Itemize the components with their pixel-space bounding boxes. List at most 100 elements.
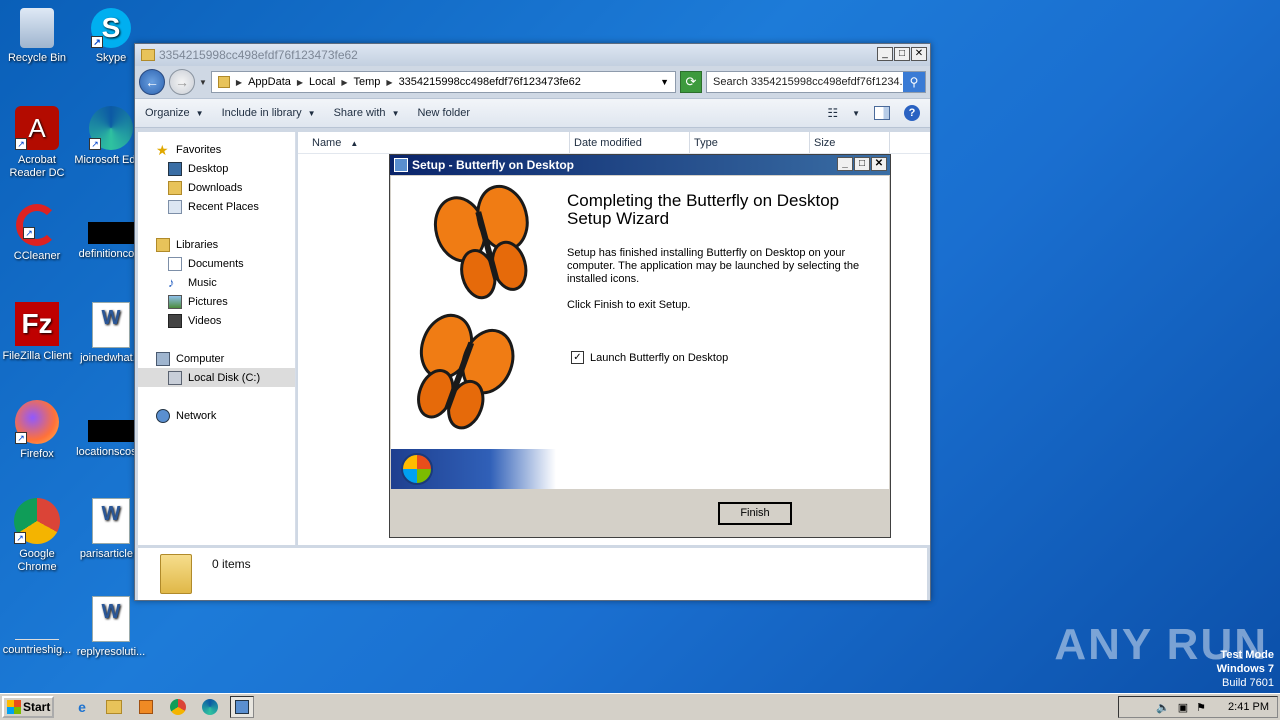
test-mode-line: Test Mode bbox=[1220, 649, 1274, 661]
minimize-button[interactable]: _ bbox=[877, 47, 893, 61]
setup-taskbar-button[interactable] bbox=[230, 696, 254, 718]
chevron-down-icon[interactable]: ▼ bbox=[199, 78, 207, 87]
include-in-library-button[interactable]: Include in library ▼ bbox=[222, 107, 316, 119]
start-button[interactable]: Start bbox=[2, 696, 54, 718]
desktop-icon-firefox[interactable]: ↗ Firefox bbox=[0, 400, 74, 461]
nav-label: Favorites bbox=[176, 143, 222, 156]
desktop-icon-label: countrieshig... bbox=[2, 644, 72, 656]
skype-icon: S ↗ bbox=[91, 8, 131, 48]
column-date-modified[interactable]: Date modified bbox=[570, 132, 690, 153]
nav-label: Pictures bbox=[188, 295, 228, 308]
clock[interactable]: 2:41 PM bbox=[1228, 701, 1269, 713]
media-player-icon[interactable] bbox=[134, 696, 158, 718]
sort-ascending-icon: ▲ bbox=[350, 139, 359, 148]
new-folder-button[interactable]: New folder bbox=[417, 107, 470, 119]
back-button[interactable]: ← bbox=[139, 69, 165, 95]
breadcrumb-local[interactable]: Local bbox=[309, 76, 335, 88]
network-icon[interactable]: ▣ bbox=[1178, 701, 1188, 714]
nav-downloads[interactable]: Downloads bbox=[138, 178, 295, 197]
column-type[interactable]: Type bbox=[690, 132, 810, 153]
speaker-icon[interactable]: 🔈 bbox=[1156, 701, 1170, 714]
chrome-icon[interactable] bbox=[166, 696, 190, 718]
preview-pane-icon[interactable] bbox=[874, 106, 890, 120]
maximize-button[interactable]: □ bbox=[854, 157, 870, 171]
desktop-icon-recycle-bin[interactable]: Recycle Bin bbox=[0, 8, 74, 65]
maximize-button[interactable]: □ bbox=[894, 47, 910, 61]
nav-label: Recent Places bbox=[188, 200, 259, 213]
desktop-icon-ccleaner[interactable]: ↗ CCleaner bbox=[0, 204, 74, 263]
star-icon: ★ bbox=[156, 141, 169, 158]
nav-network[interactable]: Network bbox=[138, 406, 295, 425]
libraries-icon bbox=[156, 237, 170, 252]
desktop-icon-filezilla[interactable]: Fz FileZilla Client bbox=[0, 302, 74, 363]
close-button[interactable]: ✕ bbox=[871, 157, 887, 171]
explorer-titlebar[interactable]: 3354215998cc498efdf76f123473fe62 _ □ ✕ bbox=[135, 44, 930, 66]
test-mode-line: Windows 7 bbox=[1216, 663, 1274, 675]
desktop-icon-chrome[interactable]: ↗ Google Chrome bbox=[0, 498, 74, 574]
search-icon[interactable]: ⚲ bbox=[903, 72, 925, 92]
view-options-icon[interactable]: ☷ bbox=[827, 106, 838, 120]
nav-label: Computer bbox=[176, 352, 225, 365]
desktop-icon-acrobat[interactable]: A ↗ Acrobat Reader DC bbox=[0, 106, 74, 180]
chevron-down-icon[interactable]: ▼ bbox=[852, 109, 860, 118]
desktop-icon-countrieshig[interactable]: countrieshig... bbox=[0, 596, 74, 657]
refresh-button[interactable]: ⟳ bbox=[680, 71, 702, 93]
action-center-flag-icon[interactable]: ⚑ bbox=[1196, 701, 1206, 714]
wizard-body: Setup has finished installing Butterfly … bbox=[567, 247, 860, 285]
desktop-icon-replyresoluti[interactable]: W replyresoluti... bbox=[74, 596, 148, 659]
column-name[interactable]: Name ▲ bbox=[298, 132, 570, 153]
chevron-down-icon: ▼ bbox=[195, 109, 204, 118]
internet-explorer-icon[interactable]: e bbox=[70, 696, 94, 718]
breadcrumb-appdata[interactable]: AppData bbox=[248, 76, 291, 88]
nav-music[interactable]: ♪ Music bbox=[138, 273, 295, 292]
nav-libraries[interactable]: Libraries bbox=[138, 235, 295, 254]
word-document-icon: W bbox=[92, 498, 130, 544]
setup-titlebar[interactable]: Setup - Butterfly on Desktop _ □ ✕ bbox=[390, 155, 890, 175]
breadcrumb-temp[interactable]: Temp bbox=[354, 76, 381, 88]
network-icon bbox=[156, 408, 170, 423]
search-input[interactable]: Search 3354215998cc498efdf76f1234... ⚲ bbox=[706, 71, 926, 93]
nav-label: Desktop bbox=[188, 162, 229, 175]
computer-icon bbox=[156, 351, 170, 366]
launch-checkbox[interactable]: ✓ bbox=[571, 351, 584, 364]
filezilla-icon: Fz bbox=[15, 302, 59, 346]
edge-icon[interactable] bbox=[198, 696, 222, 718]
documents-icon bbox=[168, 256, 182, 271]
file-explorer-icon[interactable] bbox=[102, 696, 126, 718]
item-count: 0 items bbox=[212, 557, 251, 571]
nav-label: Libraries bbox=[176, 238, 219, 251]
desktop-icon-label: FileZilla Client bbox=[2, 350, 72, 362]
address-bar[interactable]: ▶ AppData ▶ Local ▶ Temp ▶ 3354215998cc4… bbox=[210, 71, 676, 93]
minimize-button[interactable]: _ bbox=[837, 157, 853, 171]
butterfly-icon bbox=[417, 313, 515, 430]
nav-recent-places[interactable]: Recent Places bbox=[138, 197, 295, 216]
finish-button[interactable]: Finish bbox=[718, 502, 792, 525]
column-size[interactable]: Size bbox=[810, 132, 890, 153]
chevron-down-icon[interactable]: ▼ bbox=[660, 77, 669, 87]
share-label: Share with bbox=[333, 107, 386, 119]
windows-logo-icon bbox=[7, 700, 21, 714]
help-icon[interactable]: ? bbox=[904, 105, 920, 121]
setup-app-icon bbox=[394, 158, 408, 172]
share-with-button[interactable]: Share with ▼ bbox=[334, 107, 400, 119]
close-button[interactable]: ✕ bbox=[911, 47, 927, 61]
nav-computer[interactable]: Computer bbox=[138, 349, 295, 368]
folder-icon bbox=[141, 49, 155, 61]
downloads-icon bbox=[168, 180, 182, 195]
nav-desktop[interactable]: Desktop bbox=[138, 159, 295, 178]
launch-checkbox-row[interactable]: ✓ Launch Butterfly on Desktop bbox=[571, 351, 728, 364]
setup-dialog: Setup - Butterfly on Desktop _ □ ✕ Compl… bbox=[389, 154, 891, 538]
organize-button[interactable]: Organize ▼ bbox=[145, 107, 204, 119]
chevron-right-icon: ▶ bbox=[386, 77, 393, 87]
word-document-icon: W bbox=[92, 302, 130, 348]
launch-checkbox-label: Launch Butterfly on Desktop bbox=[590, 351, 729, 364]
nav-favorites[interactable]: ★ Favorites bbox=[138, 140, 295, 159]
nav-documents[interactable]: Documents bbox=[138, 254, 295, 273]
desktop-icon-label: Firefox bbox=[20, 448, 54, 460]
desktop-icon-label: Recycle Bin bbox=[7, 52, 67, 64]
nav-local-disk[interactable]: Local Disk (C:) bbox=[138, 368, 295, 387]
forward-button[interactable]: → bbox=[169, 69, 195, 95]
nav-pictures[interactable]: Pictures bbox=[138, 292, 295, 311]
nav-videos[interactable]: Videos bbox=[138, 311, 295, 330]
breadcrumb-folder[interactable]: 3354215998cc498efdf76f123473fe62 bbox=[399, 76, 581, 88]
